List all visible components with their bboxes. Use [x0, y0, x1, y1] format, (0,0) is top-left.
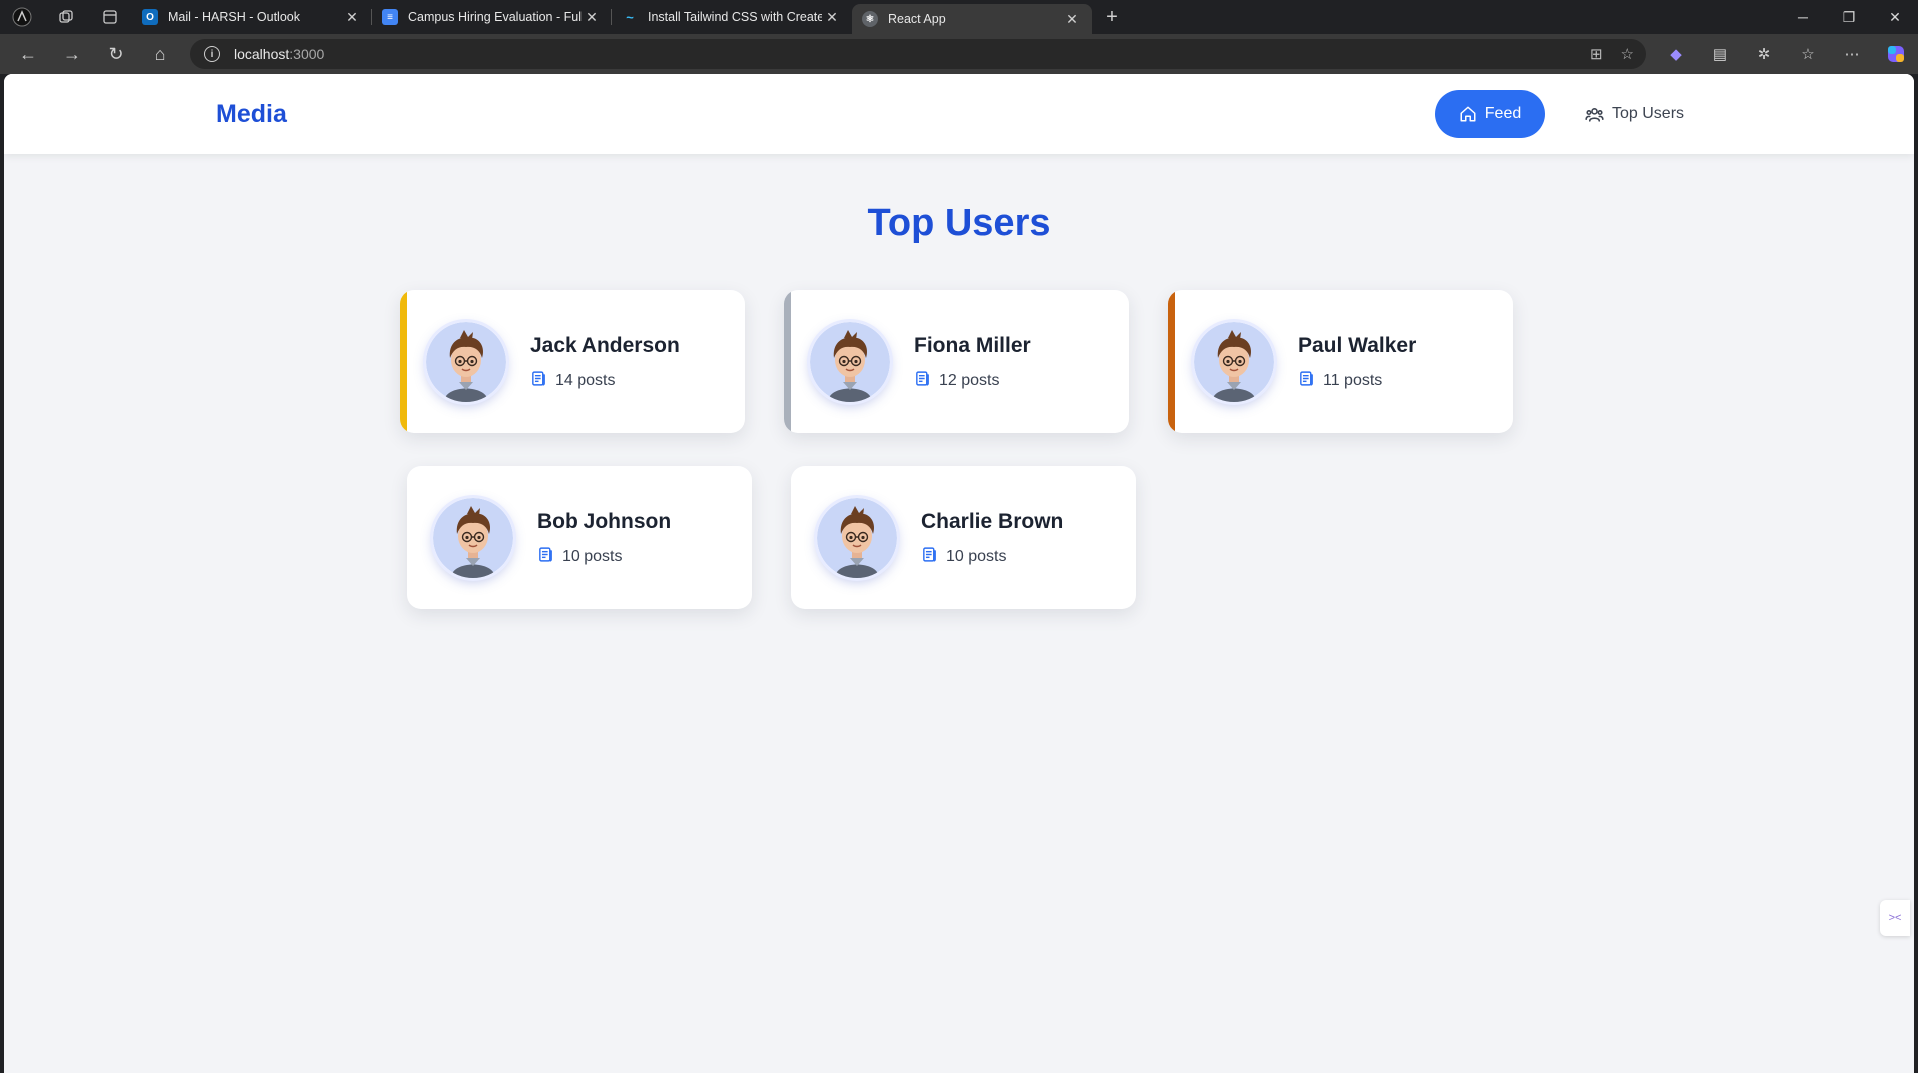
new-tab-button[interactable]: +: [1092, 6, 1132, 29]
user-card[interactable]: Bob Johnson 10 posts: [407, 466, 752, 609]
back-icon[interactable]: ←: [6, 34, 50, 74]
browser-toolbar: ← → ↻ ⌂ i localhost:3000 ⊞ ☆ ◆ ▤ ✲ ☆ ⋯: [0, 34, 1918, 74]
users-icon: [1585, 107, 1604, 122]
app-navbar: Media Feed Top Users: [4, 74, 1914, 154]
close-icon[interactable]: ✕: [582, 9, 602, 26]
favorites-icon[interactable]: ☆: [1786, 34, 1830, 74]
minimize-icon[interactable]: ─: [1780, 0, 1826, 34]
profile-icon[interactable]: [0, 0, 44, 34]
user-card[interactable]: Jack Anderson 14 posts: [400, 290, 745, 433]
home-icon[interactable]: ⌂: [138, 34, 182, 74]
address-bar[interactable]: i localhost:3000 ⊞ ☆: [190, 39, 1646, 69]
rank-accent-bar: [784, 290, 791, 433]
tab-actions-icon[interactable]: [88, 0, 132, 34]
posts-icon: [537, 546, 554, 568]
favorite-star-icon[interactable]: ☆: [1621, 45, 1634, 63]
posts-icon: [914, 370, 931, 392]
tab-title: Campus Hiring Evaluation - Full S: [408, 10, 582, 24]
home-icon: [1460, 106, 1476, 122]
feed-nav-label: Feed: [1484, 105, 1522, 122]
post-count-label: 10 posts: [946, 548, 1007, 565]
posts-icon: [921, 546, 938, 568]
avatar: [1194, 322, 1274, 402]
browser-tab-tailwind[interactable]: ~ Install Tailwind CSS with Create R ✕: [612, 0, 852, 34]
user-card[interactable]: Paul Walker 11 posts: [1168, 290, 1513, 433]
browser-tools: ◆ ▤ ✲ ☆ ⋯: [1654, 34, 1918, 74]
tab-title: Mail - HARSH - Outlook: [168, 10, 300, 24]
post-count: 12 posts: [914, 370, 999, 392]
browser-tab-react-app[interactable]: ⚛ React App ✕: [852, 4, 1092, 34]
rank-accent-bar: [1168, 290, 1175, 433]
post-count: 14 posts: [530, 370, 615, 392]
post-count-label: 14 posts: [555, 372, 616, 389]
window-controls: ─ ❐ ✕: [1780, 0, 1918, 34]
workspaces-icon[interactable]: [44, 0, 88, 34]
app-available-icon[interactable]: ⊞: [1590, 45, 1603, 63]
react-icon: ⚛: [862, 11, 878, 27]
page-viewport: Media Feed Top Users Top Users Jack Ande…: [4, 74, 1914, 1073]
user-name: Fiona Miller: [914, 334, 1031, 357]
address-host: localhost: [234, 46, 290, 62]
close-icon[interactable]: ✕: [342, 9, 362, 26]
user-name: Jack Anderson: [530, 334, 680, 357]
top-users-nav-label: Top Users: [1612, 105, 1685, 122]
rank-accent-bar: [400, 290, 407, 433]
post-count-label: 12 posts: [939, 372, 1000, 389]
tailwind-icon: ~: [626, 9, 634, 25]
restore-icon[interactable]: ❐: [1826, 0, 1872, 34]
forward-icon[interactable]: →: [50, 34, 94, 74]
site-info-icon[interactable]: i: [204, 46, 220, 62]
page-title: Top Users: [867, 202, 1051, 244]
user-card[interactable]: Fiona Miller 12 posts: [784, 290, 1129, 433]
post-count-label: 10 posts: [562, 548, 623, 565]
posts-icon: [1298, 370, 1315, 392]
address-port: :3000: [289, 46, 325, 62]
feed-nav-button[interactable]: Feed: [1435, 90, 1545, 138]
tab-title: React App: [888, 12, 946, 26]
close-icon[interactable]: ✕: [1062, 11, 1082, 28]
reload-icon[interactable]: ↻: [94, 34, 138, 74]
close-window-icon[interactable]: ✕: [1872, 0, 1918, 34]
post-count: 10 posts: [537, 546, 622, 568]
docs-icon: ≡: [382, 9, 398, 25]
browser-tab-strip: O Mail - HARSH - Outlook ✕ ≡ Campus Hiri…: [0, 0, 1918, 34]
user-name: Bob Johnson: [537, 510, 672, 533]
post-count-label: 11 posts: [1323, 372, 1383, 389]
top-users-nav-button[interactable]: Top Users: [1585, 90, 1684, 138]
user-card[interactable]: Charlie Brown 10 posts: [791, 466, 1136, 609]
user-name: Charlie Brown: [921, 510, 1064, 533]
more-options-icon[interactable]: ⋯: [1830, 34, 1874, 74]
avatar: [817, 498, 897, 578]
side-panel-toggle-icon[interactable]: ><: [1880, 900, 1910, 936]
outlook-icon: O: [142, 9, 158, 25]
brand-logo[interactable]: Media: [216, 100, 287, 129]
browser-tab-outlook[interactable]: O Mail - HARSH - Outlook ✕: [132, 0, 372, 34]
posts-icon: [530, 370, 547, 392]
close-icon[interactable]: ✕: [822, 9, 842, 26]
collections-icon[interactable]: ▤: [1698, 34, 1742, 74]
post-count: 10 posts: [921, 546, 1006, 568]
tab-title: Install Tailwind CSS with Create R: [648, 10, 822, 24]
extensions-icon[interactable]: ✲: [1742, 34, 1786, 74]
post-count: 11 posts: [1298, 370, 1382, 392]
browser-tab-docs[interactable]: ≡ Campus Hiring Evaluation - Full S ✕: [372, 0, 612, 34]
edge-copilot-icon[interactable]: [1874, 34, 1918, 74]
avatar: [810, 322, 890, 402]
avatar: [433, 498, 513, 578]
copilot-icon[interactable]: ◆: [1654, 34, 1698, 74]
avatar: [426, 322, 506, 402]
user-name: Paul Walker: [1298, 334, 1417, 357]
